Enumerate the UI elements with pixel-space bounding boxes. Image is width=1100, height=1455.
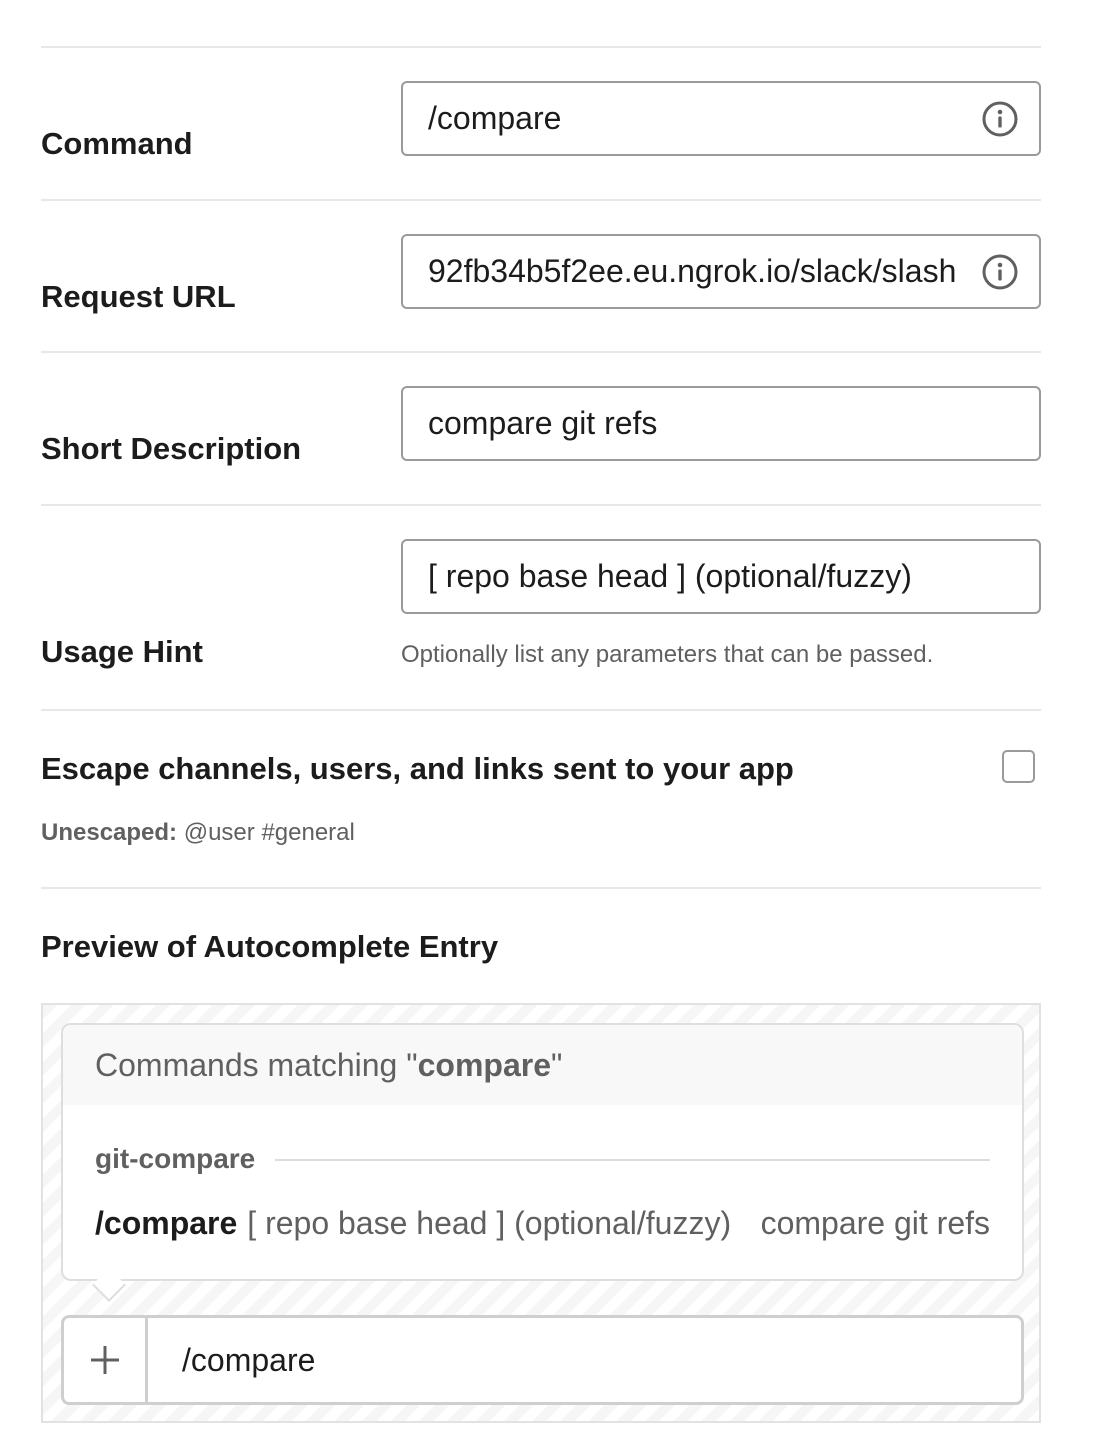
request-url-label: Request URL — [41, 279, 236, 314]
entry-hint: [ repo base head ] (optional/fuzzy) — [247, 1205, 732, 1241]
command-group: git-compare — [95, 1143, 990, 1175]
divider — [41, 199, 1041, 201]
command-field[interactable]: /compare — [401, 81, 1041, 156]
usage-hint-field[interactable]: [ repo base head ] (optional/fuzzy) — [401, 539, 1041, 614]
divider — [41, 887, 1041, 889]
escape-checkbox[interactable] — [1002, 750, 1035, 783]
autocomplete-header: Commands matching " compare " — [63, 1025, 1022, 1105]
divider — [41, 709, 1041, 711]
matching-term: compare — [417, 1046, 551, 1083]
short-description-label: Short Description — [41, 431, 302, 466]
request-url-field[interactable]: 92fb34b5f2ee.eu.ngrok.io/slack/slash — [401, 234, 1041, 309]
composer-input[interactable]: /compare — [148, 1318, 315, 1402]
plus-icon — [90, 1346, 119, 1374]
attach-button[interactable] — [64, 1318, 148, 1402]
entry-command: /compare — [95, 1205, 238, 1241]
usage-hint-help: Optionally list any parameters that can … — [401, 641, 934, 668]
entry-description: compare git refs — [760, 1205, 990, 1241]
command-value: /compare — [428, 100, 562, 136]
info-circle-icon[interactable] — [981, 100, 1019, 138]
matching-prefix: Commands matching " — [95, 1046, 418, 1083]
escape-setting-title: Escape channels, users, and links sent t… — [41, 751, 794, 786]
message-composer[interactable]: /compare — [61, 1315, 1024, 1405]
request-url-value: 92fb34b5f2ee.eu.ngrok.io/slack/slash — [428, 253, 957, 289]
autocomplete-popup: Commands matching " compare " git-compare … — [61, 1023, 1024, 1302]
command-label: Command — [41, 126, 193, 161]
popup-tail — [92, 1268, 126, 1302]
usage-hint-label: Usage Hint — [41, 634, 203, 669]
autocomplete-preview: Commands matching " compare " git-compare … — [41, 1003, 1041, 1423]
escape-status-example: @user #general — [183, 819, 355, 846]
info-circle-icon[interactable] — [981, 253, 1019, 291]
divider — [41, 46, 1041, 48]
matching-suffix: " — [550, 1046, 563, 1083]
preview-title: Preview of Autocomplete Entry — [41, 929, 499, 964]
escape-status-label: Unescaped: — [41, 819, 178, 846]
usage-hint-value: [ repo base head ] (optional/fuzzy) — [428, 558, 912, 594]
divider — [41, 504, 1041, 506]
divider — [275, 1159, 990, 1161]
command-group-name: git-compare — [95, 1143, 256, 1174]
divider — [41, 351, 1041, 353]
short-description-field[interactable]: compare git refs — [401, 386, 1041, 461]
autocomplete-entry[interactable]: /compare [ repo base head ] (optional/fu… — [95, 1205, 990, 1242]
short-description-value: compare git refs — [428, 405, 658, 441]
escape-status: Unescaped: @user #general — [41, 819, 355, 847]
